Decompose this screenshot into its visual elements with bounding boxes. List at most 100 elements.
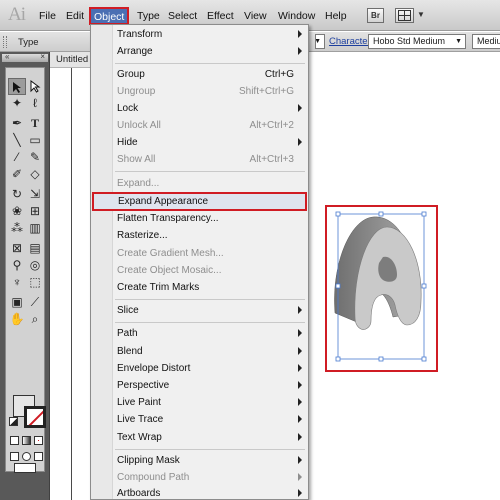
submenu-arrow-icon xyxy=(298,473,302,481)
default-colors-icon[interactable] xyxy=(9,417,18,426)
magic-wand-tool[interactable]: ✦ xyxy=(8,95,26,112)
submenu-arrow-icon xyxy=(298,30,302,38)
tools-panel: « × ✦ ℓ ✒ T ╲ ▭ ⁄ ✎ ✐ ◇ ↻ ⇲ ❀ ⊞ ⁂ ▥ ⊠ ▤ … xyxy=(0,52,50,500)
collapse-icon[interactable]: « xyxy=(5,52,9,61)
menu-item-transform[interactable]: Transform xyxy=(91,26,308,43)
menu-edit[interactable]: Edit xyxy=(66,10,84,22)
close-icon[interactable]: × xyxy=(40,52,45,61)
menu-item-perspective[interactable]: Perspective xyxy=(91,377,308,394)
line-tool[interactable]: ╲ xyxy=(8,132,26,149)
menu-item-create-trim-marks[interactable]: Create Trim Marks xyxy=(91,279,308,296)
menu-item-arrange[interactable]: Arrange xyxy=(91,43,308,60)
blend-tool[interactable]: ◎ xyxy=(26,257,44,274)
menu-type[interactable]: Type xyxy=(137,10,160,22)
live-paint-selection-tool[interactable]: ⬚ xyxy=(26,274,44,291)
column-graph-tool[interactable]: ▥ xyxy=(26,220,44,237)
selection-handle[interactable] xyxy=(335,356,341,362)
selection-handle[interactable] xyxy=(335,211,341,217)
menu-item-blend[interactable]: Blend xyxy=(91,343,308,360)
zoom-tool[interactable]: ⌕ xyxy=(26,311,44,328)
menu-item-live-trace[interactable]: Live Trace xyxy=(91,411,308,428)
paintbrush-tool[interactable]: ⁄ xyxy=(8,149,26,166)
gradient-mode-icon[interactable] xyxy=(22,436,31,445)
menu-item-artboards[interactable]: Artboards xyxy=(91,485,308,500)
stroke-color-swatch[interactable] xyxy=(24,406,46,428)
screen-mode-icon[interactable] xyxy=(14,463,36,473)
panel-grip[interactable] xyxy=(3,36,7,48)
slice-tool[interactable]: ⟋ xyxy=(26,294,44,311)
eyedropper-tool[interactable]: ⚲ xyxy=(8,257,26,274)
menu-item-text-wrap[interactable]: Text Wrap xyxy=(91,429,308,446)
character-panel-link[interactable]: Character: xyxy=(329,36,373,47)
selection-handle[interactable] xyxy=(335,283,341,289)
draw-inside-icon[interactable] xyxy=(34,452,43,461)
pencil-tool[interactable]: ✎ xyxy=(26,149,44,166)
selection-tool[interactable] xyxy=(8,78,26,95)
selection-handle[interactable] xyxy=(421,283,427,289)
menu-item-label: Compound Path xyxy=(117,472,190,483)
warp-tool[interactable]: ❀ xyxy=(8,203,26,220)
rotate-tool[interactable]: ↻ xyxy=(8,186,26,203)
menu-item-create-gradient-mesh[interactable]: Create Gradient Mesh... xyxy=(91,245,308,262)
menu-item-expand[interactable]: Expand... xyxy=(91,175,308,192)
menu-item-label: Hide xyxy=(117,137,138,148)
color-dropdown[interactable]: ▼ xyxy=(315,34,325,49)
draw-normal-icon[interactable] xyxy=(10,452,19,461)
menu-view[interactable]: View xyxy=(244,10,267,22)
menu-help[interactable]: Help xyxy=(325,10,347,22)
bridge-button[interactable]: Br xyxy=(367,8,384,23)
menu-item-flatten-transparency[interactable]: Flatten Transparency... xyxy=(91,210,308,227)
gradient-tool[interactable]: ▤ xyxy=(26,240,44,257)
menu-item-ungroup[interactable]: Ungroup Shift+Ctrl+G xyxy=(91,83,308,100)
font-family-select[interactable]: Hobo Std Medium ▼ xyxy=(368,34,466,49)
menu-item-expand-appearance[interactable]: Expand Appearance xyxy=(92,192,307,211)
menu-effect[interactable]: Effect xyxy=(207,10,234,22)
arrange-documents-button[interactable] xyxy=(395,8,414,23)
menu-item-show-all[interactable]: Show All Alt+Ctrl+3 xyxy=(91,151,308,168)
menu-window[interactable]: Window xyxy=(278,10,315,22)
symbol-sprayer-tool[interactable]: ⁂ xyxy=(8,220,26,237)
type-t-icon: T xyxy=(30,116,39,130)
paint-bucket-icon: ♆ xyxy=(12,275,22,289)
menu-item-slice[interactable]: Slice xyxy=(91,302,308,319)
eraser-tool[interactable]: ◇ xyxy=(26,166,44,183)
tools-panel-header[interactable]: « × xyxy=(2,52,48,62)
live-paint-tool[interactable]: ♆ xyxy=(8,274,26,291)
blob-brush-tool[interactable]: ✐ xyxy=(8,166,26,183)
hand-tool[interactable]: ✋ xyxy=(8,311,26,328)
selection-handle[interactable] xyxy=(378,356,384,362)
lasso-tool[interactable]: ℓ xyxy=(26,95,44,112)
selected-3d-letter-artwork[interactable] xyxy=(325,205,438,372)
menu-item-path[interactable]: Path xyxy=(91,325,308,342)
draw-behind-icon[interactable] xyxy=(22,452,31,461)
mesh-tool[interactable]: ⊠ xyxy=(8,240,26,257)
menu-file[interactable]: File xyxy=(39,10,56,22)
menu-item-rasterize[interactable]: Rasterize... xyxy=(91,227,308,244)
selection-handle[interactable] xyxy=(421,356,427,362)
menu-item-create-object-mosaic[interactable]: Create Object Mosaic... xyxy=(91,262,308,279)
menu-item-group[interactable]: Group Ctrl+G xyxy=(91,66,308,83)
pen-tool[interactable]: ✒ xyxy=(8,115,26,132)
none-mode-icon[interactable] xyxy=(34,436,43,445)
font-style-select[interactable]: Medium xyxy=(472,34,500,49)
menu-item-live-paint[interactable]: Live Paint xyxy=(91,394,308,411)
selection-handle[interactable] xyxy=(378,211,384,217)
scale-tool[interactable]: ⇲ xyxy=(26,186,44,203)
illustrator-window: Ai File Edit Object Type Select Effect V… xyxy=(0,0,500,500)
menu-item-unlock-all[interactable]: Unlock All Alt+Ctrl+2 xyxy=(91,117,308,134)
menu-item-hide[interactable]: Hide xyxy=(91,134,308,151)
rectangle-tool[interactable]: ▭ xyxy=(26,132,44,149)
free-transform-tool[interactable]: ⊞ xyxy=(26,203,44,220)
menu-object[interactable]: Object xyxy=(89,7,130,25)
selection-handle[interactable] xyxy=(421,211,427,217)
chevron-down-icon[interactable]: ▼ xyxy=(417,10,425,19)
menu-item-lock[interactable]: Lock xyxy=(91,100,308,117)
direct-selection-tool[interactable] xyxy=(26,78,44,95)
menu-item-compound-path[interactable]: Compound Path xyxy=(91,469,308,486)
artboard-tool[interactable]: ▣ xyxy=(8,294,26,311)
type-tool[interactable]: T xyxy=(26,115,44,132)
color-mode-icon[interactable] xyxy=(10,436,19,445)
menu-item-envelope-distort[interactable]: Envelope Distort xyxy=(91,360,308,377)
menu-item-clipping-mask[interactable]: Clipping Mask xyxy=(91,452,308,469)
menu-select[interactable]: Select xyxy=(168,10,197,22)
